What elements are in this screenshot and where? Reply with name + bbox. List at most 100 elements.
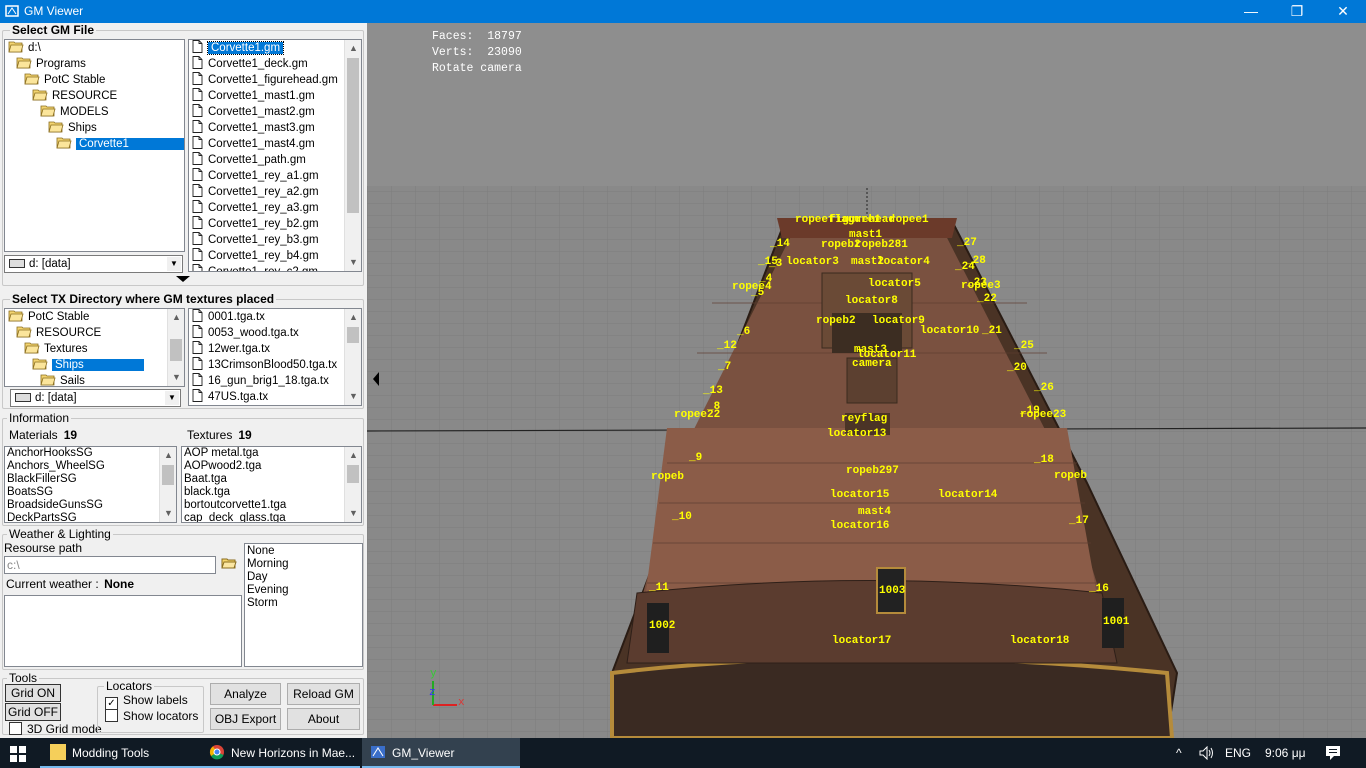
tree-item[interactable]: RESOURCE — [5, 88, 184, 104]
list-item[interactable]: black.tga — [182, 486, 361, 499]
file-list-item[interactable]: 16_gun_brig1_18.tga.tx — [189, 373, 361, 389]
reload-gm-button[interactable]: Reload GM — [287, 683, 360, 705]
list-item[interactable]: bortoutcorvette1.tga — [182, 499, 361, 512]
file-list-item[interactable]: Corvette1_rey_b4.gm — [189, 248, 361, 264]
checkbox-box[interactable] — [9, 722, 22, 735]
grid-on-button[interactable]: Grid ON — [5, 684, 61, 702]
weather-options-list[interactable]: None Morning Day Evening Storm — [244, 543, 363, 667]
scroll-up-icon[interactable]: ▲ — [345, 309, 361, 326]
scroll-thumb[interactable] — [347, 58, 359, 213]
list-item[interactable]: AnchorHooksSG — [5, 447, 176, 460]
taskbar-item-modding-tools[interactable]: Modding Tools — [40, 738, 200, 768]
textures-scrollbar[interactable]: ▲ ▼ — [344, 447, 361, 522]
file-list-item[interactable]: Corvette1_rey_b2.gm — [189, 216, 361, 232]
file-list-item[interactable]: Corvette1_mast4.gm — [189, 136, 361, 152]
weather-option[interactable]: Day — [245, 571, 362, 584]
file-list-item[interactable]: Corvette1.gm — [189, 40, 361, 56]
scroll-up-icon[interactable]: ▲ — [160, 447, 176, 464]
scroll-thumb[interactable] — [347, 327, 359, 343]
speaker-icon[interactable] — [1199, 746, 1215, 760]
list-item[interactable]: DeckPartsSG — [5, 512, 176, 522]
file-list-item[interactable]: 12wer.tga.tx — [189, 341, 361, 357]
close-button[interactable]: ✕ — [1320, 0, 1366, 23]
taskbar-item-browser[interactable]: New Horizons in Mae... — [200, 738, 360, 768]
tree-item[interactable]: d:\ — [5, 40, 184, 56]
taskbar-item-gm-viewer[interactable]: GM_Viewer — [362, 738, 520, 768]
gm-file-list[interactable]: Corvette1.gm Corvette1_deck.gm Corvette1_f… — [188, 39, 362, 272]
file-list-item[interactable]: Corvette1_mast2.gm — [189, 104, 361, 120]
scroll-thumb[interactable] — [170, 339, 182, 361]
file-list-item[interactable]: Corvette1_mast3.gm — [189, 120, 361, 136]
tree-item[interactable]: Programs — [5, 56, 184, 72]
3d-viewport[interactable]: Faces: 18797 Verts: 23090 Rotate camera … — [367, 23, 1366, 738]
show-locators-checkbox[interactable]: Show locators — [105, 709, 198, 723]
list-item[interactable]: BoatsSG — [5, 486, 176, 499]
file-list-item[interactable]: 47US.tga.tx — [189, 389, 361, 405]
scroll-up-icon[interactable]: ▲ — [168, 309, 184, 326]
minimize-button[interactable]: — — [1228, 0, 1274, 23]
checkbox-box[interactable] — [105, 709, 118, 722]
grid-3d-checkbox[interactable]: 3D Grid mode — [9, 722, 102, 736]
weather-option[interactable]: Morning — [245, 558, 362, 571]
language-indicator[interactable]: ENG — [1225, 738, 1251, 768]
file-list-item[interactable]: Corvette1_path.gm — [189, 152, 361, 168]
list-item[interactable]: Anchors_WheelSG — [5, 460, 176, 473]
chevron-down-icon[interactable]: ▼ — [167, 257, 181, 271]
resource-path-input[interactable]: c:\ — [4, 556, 216, 574]
tree-item[interactable]: Sails — [5, 373, 184, 386]
scroll-up-icon[interactable]: ▲ — [345, 40, 361, 57]
file-list-item[interactable]: Corvette1_deck.gm — [189, 56, 361, 72]
tree-item[interactable]: MODELS — [5, 104, 184, 120]
weather-option[interactable]: Storm — [245, 597, 362, 610]
folder-browse-button[interactable] — [219, 556, 239, 574]
list-item[interactable]: BroadsideGunsSG — [5, 499, 176, 512]
tx-file-scrollbar[interactable]: ▲ ▼ — [344, 309, 361, 405]
scroll-down-icon[interactable]: ▼ — [345, 388, 361, 405]
list-item[interactable]: BlackFillerSG — [5, 473, 176, 486]
show-labels-checkbox[interactable]: ✓ Show labels — [105, 694, 188, 710]
tree-item[interactable]: Corvette1 — [5, 136, 184, 152]
file-list-item[interactable]: Corvette1_mast1.gm — [189, 88, 361, 104]
materials-scrollbar[interactable]: ▲ ▼ — [159, 447, 176, 522]
obj-export-button[interactable]: OBJ Export — [210, 708, 281, 730]
gm-drive-select[interactable]: d: [data] ▼ — [4, 255, 183, 273]
weather-option[interactable]: Evening — [245, 584, 362, 597]
analyze-button[interactable]: Analyze — [210, 683, 281, 705]
tree-item[interactable]: PotC Stable — [5, 309, 184, 325]
notifications-icon[interactable] — [1325, 745, 1341, 761]
scroll-up-icon[interactable]: ▲ — [345, 447, 361, 464]
clock[interactable]: 9:06 μμ — [1265, 738, 1306, 768]
tray-chevron-up-icon[interactable]: ^ — [1176, 738, 1182, 768]
file-list-item[interactable]: Corvette1_rey_b3.gm — [189, 232, 361, 248]
list-item[interactable]: AOP metal.tga — [182, 447, 361, 460]
scroll-down-icon[interactable]: ▼ — [160, 505, 176, 522]
scroll-down-icon[interactable]: ▼ — [168, 369, 184, 386]
tree-item[interactable]: Ships — [5, 357, 184, 373]
panel-splitter[interactable] — [367, 23, 381, 738]
tx-file-list[interactable]: 0001.tga.tx 0053_wood.tga.tx 12wer.tga.tx 1… — [188, 308, 362, 406]
file-list-item[interactable]: 0001.tga.tx — [189, 309, 361, 325]
tree-item[interactable]: PotC Stable — [5, 72, 184, 88]
tx-tree-scrollbar[interactable]: ▲ ▼ — [167, 309, 184, 386]
textures-list[interactable]: AOP metal.tga AOPwood2.tga Baat.tga black.t… — [181, 446, 362, 523]
scroll-thumb[interactable] — [162, 465, 174, 485]
file-list-item[interactable]: Corvette1_figurehead.gm — [189, 72, 361, 88]
tx-folder-tree[interactable]: PotC Stable RESOURCE Textures Ships Sails ▲ … — [4, 308, 185, 387]
list-item[interactable]: AOPwood2.tga — [182, 460, 361, 473]
windows-start-icon[interactable] — [10, 746, 26, 762]
scroll-thumb[interactable] — [347, 465, 359, 483]
tx-drive-select[interactable]: d: [data] ▼ — [10, 389, 181, 407]
maximize-button[interactable]: ❐ — [1274, 0, 1320, 23]
file-list-item[interactable]: Corvette1_rey_c2.gm — [189, 264, 361, 271]
file-list-item[interactable]: 13CrimsonBlood50.tga.tx — [189, 357, 361, 373]
file-list-item[interactable]: Corvette1_rey_a1.gm — [189, 168, 361, 184]
file-list-item[interactable]: Corvette1_rey_a3.gm — [189, 200, 361, 216]
scroll-down-icon[interactable]: ▼ — [345, 505, 361, 522]
grid-off-button[interactable]: Grid OFF — [5, 703, 61, 721]
collapse-left-icon[interactable] — [373, 372, 379, 386]
file-list-item[interactable]: 0053_wood.tga.tx — [189, 325, 361, 341]
gm-file-scrollbar[interactable]: ▲ ▼ — [344, 40, 361, 271]
list-item[interactable]: Baat.tga — [182, 473, 361, 486]
chevron-down-icon[interactable]: ▼ — [165, 391, 179, 405]
weather-option[interactable]: None — [245, 545, 362, 558]
